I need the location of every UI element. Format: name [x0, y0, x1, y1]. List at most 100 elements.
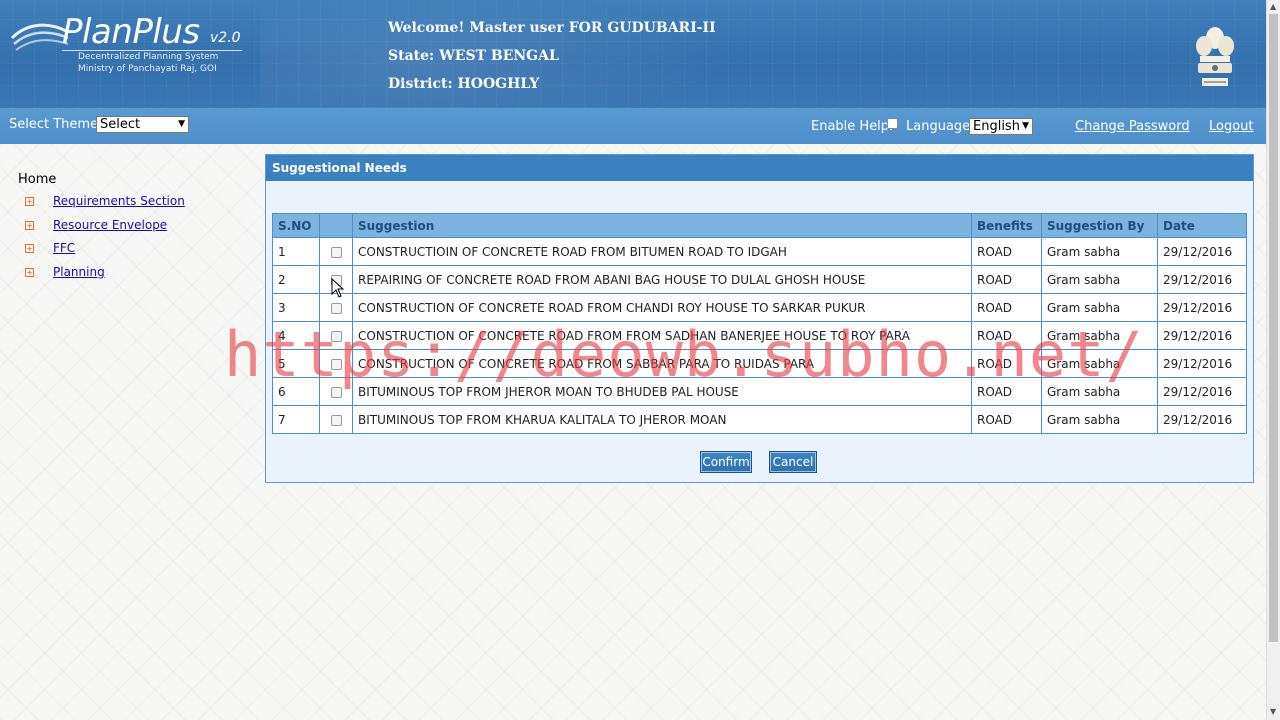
- theme-label: Select Theme: [9, 117, 99, 132]
- mouse-cursor-icon: [331, 278, 345, 298]
- row-date: 29/12/2016: [1157, 377, 1247, 406]
- district-text: District: HOOGHLY: [388, 76, 540, 92]
- row-sno: 5: [272, 349, 320, 378]
- expand-plus-icon[interactable]: +: [25, 244, 34, 253]
- column-header-date: Date: [1157, 213, 1247, 238]
- table-row: 7 BITUMINOUS TOP FROM KHARUA KALITALA TO…: [272, 405, 1247, 434]
- language-select[interactable]: English ▼: [969, 118, 1033, 135]
- row-suggestion-by: Gram sabha: [1041, 377, 1158, 406]
- row-select-checkbox[interactable]: [330, 414, 342, 426]
- change-password-link[interactable]: Change Password: [1075, 119, 1190, 134]
- expand-plus-icon[interactable]: +: [25, 268, 34, 277]
- logo-version: v2.0: [210, 30, 241, 46]
- row-suggestion-by: Gram sabha: [1041, 293, 1158, 322]
- row-date: 29/12/2016: [1157, 405, 1247, 434]
- row-select-checkbox[interactable]: [330, 302, 342, 314]
- column-header-benefits: Benefits: [971, 213, 1042, 238]
- scroll-down-arrow-icon[interactable]: ▼: [1270, 707, 1276, 716]
- row-sno: 4: [272, 321, 320, 350]
- table-row: 2 REPAIRING OF CONCRETE ROAD FROM ABANI …: [272, 265, 1247, 294]
- row-benefits: ROAD: [971, 405, 1042, 434]
- table-row: 4 CONSTRUCTION OF CONCRETE ROAD FROM FRO…: [272, 321, 1247, 350]
- user-info: Welcome! Master user FOR GUDUBARI-II Sta…: [388, 14, 716, 98]
- row-suggestion: BITUMINOUS TOP FROM KHARUA KALITALA TO J…: [352, 405, 972, 434]
- row-suggestion-by: Gram sabha: [1041, 237, 1158, 266]
- row-benefits: ROAD: [971, 293, 1042, 322]
- row-date: 29/12/2016: [1157, 265, 1247, 294]
- row-benefits: ROAD: [971, 377, 1042, 406]
- row-date: 29/12/2016: [1157, 349, 1247, 378]
- column-header-sno: S.NO: [272, 213, 320, 238]
- row-benefits: ROAD: [971, 349, 1042, 378]
- logo-title: PlanPlus: [62, 12, 200, 52]
- row-suggestion-by: Gram sabha: [1041, 321, 1158, 350]
- logo-subtitle: Decentralized Planning System: [78, 52, 219, 62]
- dropdown-arrow-icon: ▼: [1022, 121, 1029, 131]
- row-select-checkbox[interactable]: [330, 246, 342, 258]
- sidebar-item-ffc[interactable]: + FFC: [0, 241, 250, 261]
- row-suggestion: CONSTRUCTION OF CONCRETE ROAD FROM SABBA…: [352, 349, 972, 378]
- logo-ministry: Ministry of Panchayati Raj, GOI: [78, 64, 217, 74]
- row-benefits: ROAD: [971, 265, 1042, 294]
- sidebar-item-label[interactable]: FFC: [53, 241, 75, 255]
- cancel-button[interactable]: Cancel: [769, 451, 817, 473]
- row-sno: 6: [272, 377, 320, 406]
- national-emblem-icon: [1196, 27, 1234, 86]
- dropdown-arrow-icon: ▼: [178, 119, 185, 129]
- expand-plus-icon[interactable]: +: [25, 221, 34, 230]
- row-date: 29/12/2016: [1157, 237, 1247, 266]
- table-header-row: S.NO Suggestion Benefits Suggestion By D…: [272, 213, 1247, 238]
- sidebar-item-label[interactable]: Resource Envelope: [53, 218, 167, 232]
- sidebar-home[interactable]: Home: [18, 172, 56, 187]
- row-suggestion: BITUMINOUS TOP FROM JHEROR MOAN TO BHUDE…: [352, 377, 972, 406]
- language-select-value: English: [973, 119, 1020, 134]
- table-row: 5 CONSTRUCTION OF CONCRETE ROAD FROM SAB…: [272, 349, 1247, 378]
- row-sno: 1: [272, 237, 320, 266]
- language-label: Language: [906, 119, 971, 134]
- suggestional-needs-panel: Suggestional Needs S.NO Suggestion Benef…: [265, 154, 1254, 483]
- expand-plus-icon[interactable]: +: [25, 197, 34, 206]
- row-suggestion-by: Gram sabha: [1041, 405, 1158, 434]
- row-sno: 2: [272, 265, 320, 294]
- sidebar-item-resource-envelope[interactable]: + Resource Envelope: [0, 218, 250, 238]
- row-sno: 7: [272, 405, 320, 434]
- logo-underline: [62, 50, 242, 51]
- top-toolbar: Select Theme Enable Help: Language Chang…: [0, 108, 1266, 144]
- suggestions-table: S.NO Suggestion Benefits Suggestion By D…: [272, 213, 1247, 434]
- table-row: 1 CONSTRUCTIOIN OF CONCRETE ROAD FROM BI…: [272, 237, 1247, 266]
- scrollbar-thumb[interactable]: [1269, 14, 1278, 642]
- row-select-checkbox[interactable]: [330, 330, 342, 342]
- column-header-suggestion-by: Suggestion By: [1041, 213, 1158, 238]
- scroll-up-arrow-icon[interactable]: ▲: [1270, 2, 1276, 11]
- planplus-logo[interactable]: PlanPlus v2.0 Decentralized Planning Sys…: [10, 10, 250, 80]
- vertical-scrollbar[interactable]: ▲ ▼: [1266, 0, 1280, 720]
- confirm-button[interactable]: Confirm: [700, 451, 752, 473]
- panel-title: Suggestional Needs: [266, 155, 1253, 181]
- theme-select[interactable]: Select ▼: [96, 116, 189, 133]
- welcome-text: Welcome! Master user FOR GUDUBARI-II: [388, 20, 716, 36]
- column-header-suggestion: Suggestion: [352, 213, 972, 238]
- row-suggestion: CONSTRUCTION OF CONCRETE ROAD FROM FROM …: [352, 321, 972, 350]
- row-suggestion: REPAIRING OF CONCRETE ROAD FROM ABANI BA…: [352, 265, 972, 294]
- column-header-select: [319, 213, 353, 238]
- table-row: 3 CONSTRUCTION OF CONCRETE ROAD FROM CHA…: [272, 293, 1247, 322]
- enable-help-checkbox[interactable]: [887, 118, 898, 129]
- row-suggestion: CONSTRUCTION OF CONCRETE ROAD FROM CHAND…: [352, 293, 972, 322]
- row-suggestion: CONSTRUCTIOIN OF CONCRETE ROAD FROM BITU…: [352, 237, 972, 266]
- sidebar-item-label[interactable]: Planning: [53, 265, 105, 279]
- sidebar-item-label[interactable]: Requirements Section: [53, 194, 185, 208]
- logout-link[interactable]: Logout: [1209, 119, 1254, 134]
- row-select-checkbox[interactable]: [330, 358, 342, 370]
- sidebar-item-requirements[interactable]: + Requirements Section: [0, 194, 250, 214]
- logo-swoosh-icon: [10, 23, 69, 51]
- table-row: 6 BITUMINOUS TOP FROM JHEROR MOAN TO BHU…: [272, 377, 1247, 406]
- theme-select-value: Select: [100, 117, 141, 132]
- enable-help-label: Enable Help:: [811, 119, 894, 134]
- state-text: State: WEST BENGAL: [388, 48, 559, 64]
- row-date: 29/12/2016: [1157, 293, 1247, 322]
- row-select-checkbox[interactable]: [330, 386, 342, 398]
- row-suggestion-by: Gram sabha: [1041, 265, 1158, 294]
- row-date: 29/12/2016: [1157, 321, 1247, 350]
- row-sno: 3: [272, 293, 320, 322]
- sidebar-item-planning[interactable]: + Planning: [0, 265, 250, 285]
